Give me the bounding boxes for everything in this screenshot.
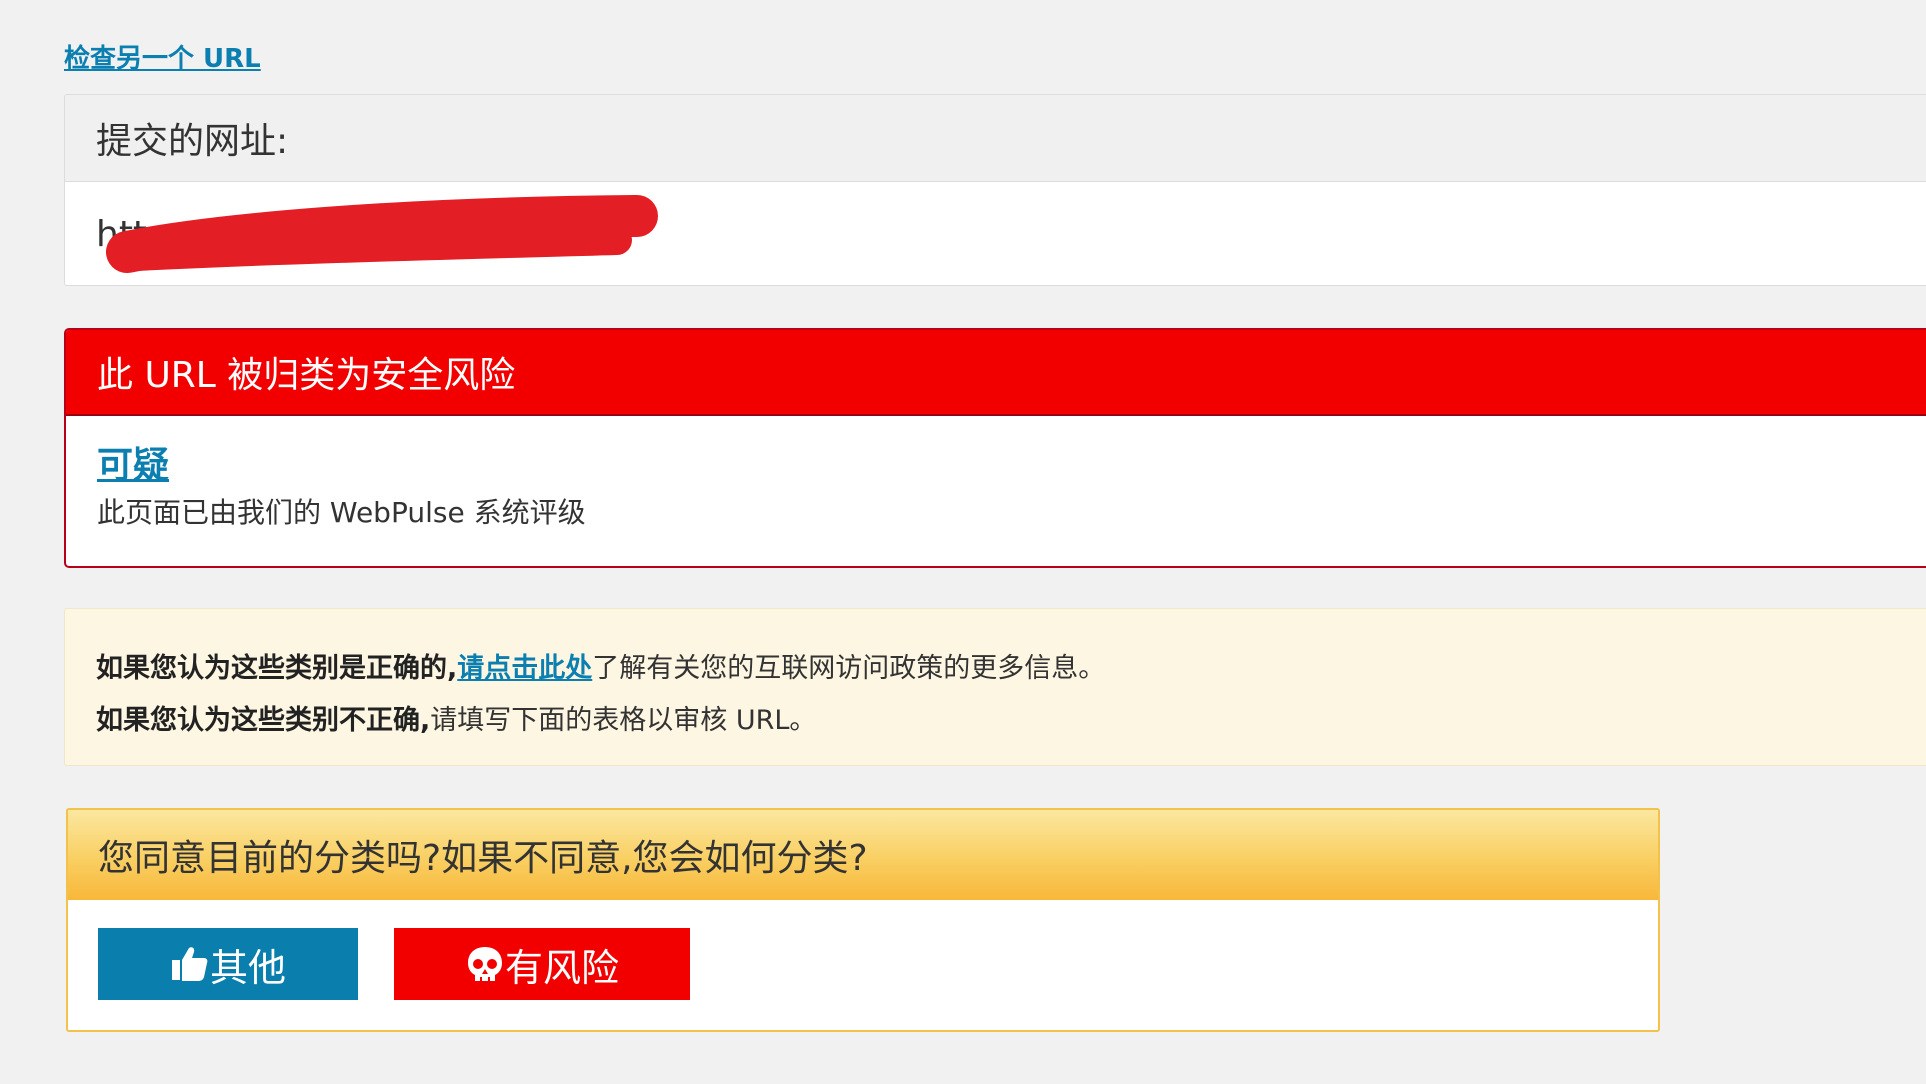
- check-another-url-link[interactable]: 检查另一个 URL: [64, 38, 261, 75]
- other-button-label: 其他: [209, 945, 286, 990]
- risk-description: 此页面已由我们的 WebPulse 系统评级: [97, 496, 586, 529]
- risky-button[interactable]: 有风险: [394, 928, 690, 1000]
- info-line-incorrect-bold: 如果您认为这些类别不正确,: [96, 705, 431, 736]
- click-here-link[interactable]: 请点击此处: [457, 653, 592, 684]
- info-panel: 如果您认为这些类别是正确的,请点击此处了解有关您的互联网访问政策的更多信息。 如…: [64, 608, 1926, 766]
- submitted-url-panel: 提交的网址: https://www.example.com/: [64, 94, 1926, 286]
- info-line-correct: 如果您认为这些类别是正确的,请点击此处了解有关您的互联网访问政策的更多信息。: [96, 643, 1926, 695]
- risk-header: 此 URL 被归类为安全风险: [66, 330, 1926, 416]
- agree-question: 您同意目前的分类吗?如果不同意,您会如何分类?: [98, 838, 868, 879]
- redaction-scribble: [106, 195, 658, 273]
- info-line-incorrect-rest: 请填写下面的表格以审核 URL。: [430, 705, 817, 736]
- thumbs-up-icon: [170, 944, 210, 984]
- risky-button-label: 有风险: [504, 945, 619, 990]
- info-line-correct-rest: 了解有关您的互联网访问政策的更多信息。: [592, 653, 1106, 684]
- info-line-incorrect: 如果您认为这些类别不正确,请填写下面的表格以审核 URL。: [96, 695, 1926, 747]
- risk-panel: 此 URL 被归类为安全风险 可疑 此页面已由我们的 WebPulse 系统评级: [64, 328, 1926, 568]
- submitted-url-body: https://www.example.com/: [65, 182, 1926, 285]
- risk-category-link[interactable]: 可疑: [97, 446, 169, 486]
- skull-icon: [465, 944, 505, 984]
- submitted-url-header: 提交的网址:: [65, 95, 1926, 182]
- risk-title: 此 URL 被归类为安全风险: [97, 355, 516, 396]
- page: 检查另一个 URL 提交的网址: https://www.example.com…: [0, 0, 1926, 1084]
- info-line-correct-bold: 如果您认为这些类别是正确的,: [96, 653, 458, 684]
- agree-header: 您同意目前的分类吗?如果不同意,您会如何分类?: [68, 810, 1658, 900]
- other-button[interactable]: 其他: [98, 928, 358, 1000]
- risk-body: 可疑 此页面已由我们的 WebPulse 系统评级: [66, 416, 1926, 530]
- submitted-url-title: 提交的网址:: [96, 121, 289, 162]
